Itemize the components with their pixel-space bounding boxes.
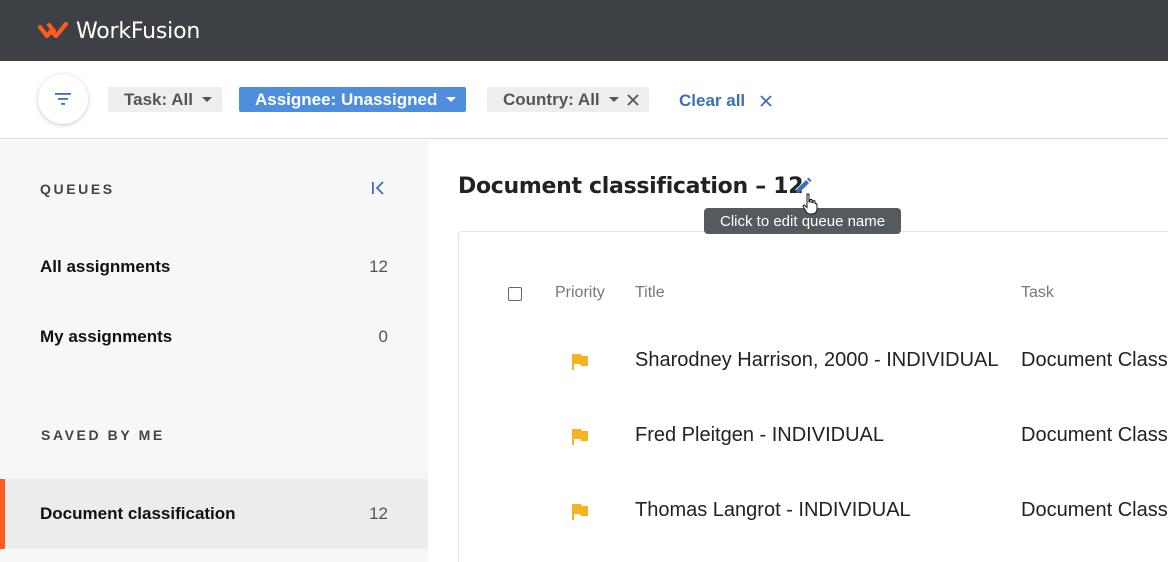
column-header-task[interactable]: Task: [1021, 284, 1054, 302]
hand-cursor-icon: [802, 193, 818, 220]
filter-button[interactable]: [38, 74, 88, 124]
chevron-down-icon: [446, 97, 457, 102]
queues-section-label: QUEUES: [40, 181, 115, 197]
queue-name: My assignments: [40, 327, 173, 346]
filter-chip-country[interactable]: Country: All: [487, 87, 649, 112]
filter-chip-label: Assignee: Unassigned: [255, 89, 438, 109]
filter-chip-task[interactable]: Task: All: [108, 87, 222, 112]
flag-icon: [571, 353, 589, 376]
close-icon[interactable]: [627, 93, 639, 106]
filter-chip-label: Country: All: [503, 89, 600, 109]
row-title[interactable]: Fred Pleitgen - INDIVIDUAL: [635, 424, 884, 447]
active-indicator: [0, 479, 5, 549]
filter-icon: [55, 93, 71, 105]
saved-queue-document-classification[interactable]: Document classification 12: [0, 479, 428, 549]
chevron-down-icon[interactable]: [608, 97, 619, 102]
clear-all-link[interactable]: Clear all: [679, 91, 745, 111]
page-title: Document classification – 12: [458, 174, 804, 199]
filter-chip-label: Task: All: [124, 89, 193, 109]
column-header-title[interactable]: Title: [635, 284, 665, 302]
select-all-checkbox[interactable]: [508, 287, 522, 301]
queue-item-all-assignments[interactable]: All assignments 12: [0, 232, 428, 302]
queue-count: 12: [369, 504, 388, 523]
flag-icon: [571, 503, 589, 526]
clear-all-close-icon[interactable]: [760, 94, 772, 112]
brand-logo[interactable]: WorkFusion: [38, 19, 200, 44]
row-title[interactable]: Sharodney Harrison, 2000 - INDIVIDUAL: [635, 349, 999, 372]
workfusion-logo-icon: [38, 21, 68, 38]
brand-name: WorkFusion: [76, 19, 201, 44]
row-title[interactable]: Thomas Langrot - INDIVIDUAL: [635, 499, 911, 522]
filter-chip-assignee[interactable]: Assignee: Unassigned: [239, 87, 467, 112]
queue-count: 12: [369, 257, 388, 276]
chevron-down-icon: [201, 97, 212, 102]
column-header-priority[interactable]: Priority: [555, 284, 605, 302]
queue-name: Document classification: [40, 504, 236, 523]
app-header: WorkFusion: [0, 0, 1168, 61]
row-task: Document Class: [1021, 349, 1168, 371]
queue-item-my-assignments[interactable]: My assignments 0: [0, 302, 428, 372]
filter-bar: Task: All Assignee: Unassigned Country: …: [0, 61, 1168, 139]
flag-icon: [571, 428, 589, 451]
row-task: Document Class: [1021, 424, 1168, 446]
collapse-sidebar-icon[interactable]: [370, 180, 386, 201]
queue-count: 0: [378, 327, 388, 346]
queue-name: All assignments: [40, 257, 171, 276]
saved-section-label: SAVED BY ME: [41, 427, 165, 443]
row-task: Document Class: [1021, 499, 1168, 521]
